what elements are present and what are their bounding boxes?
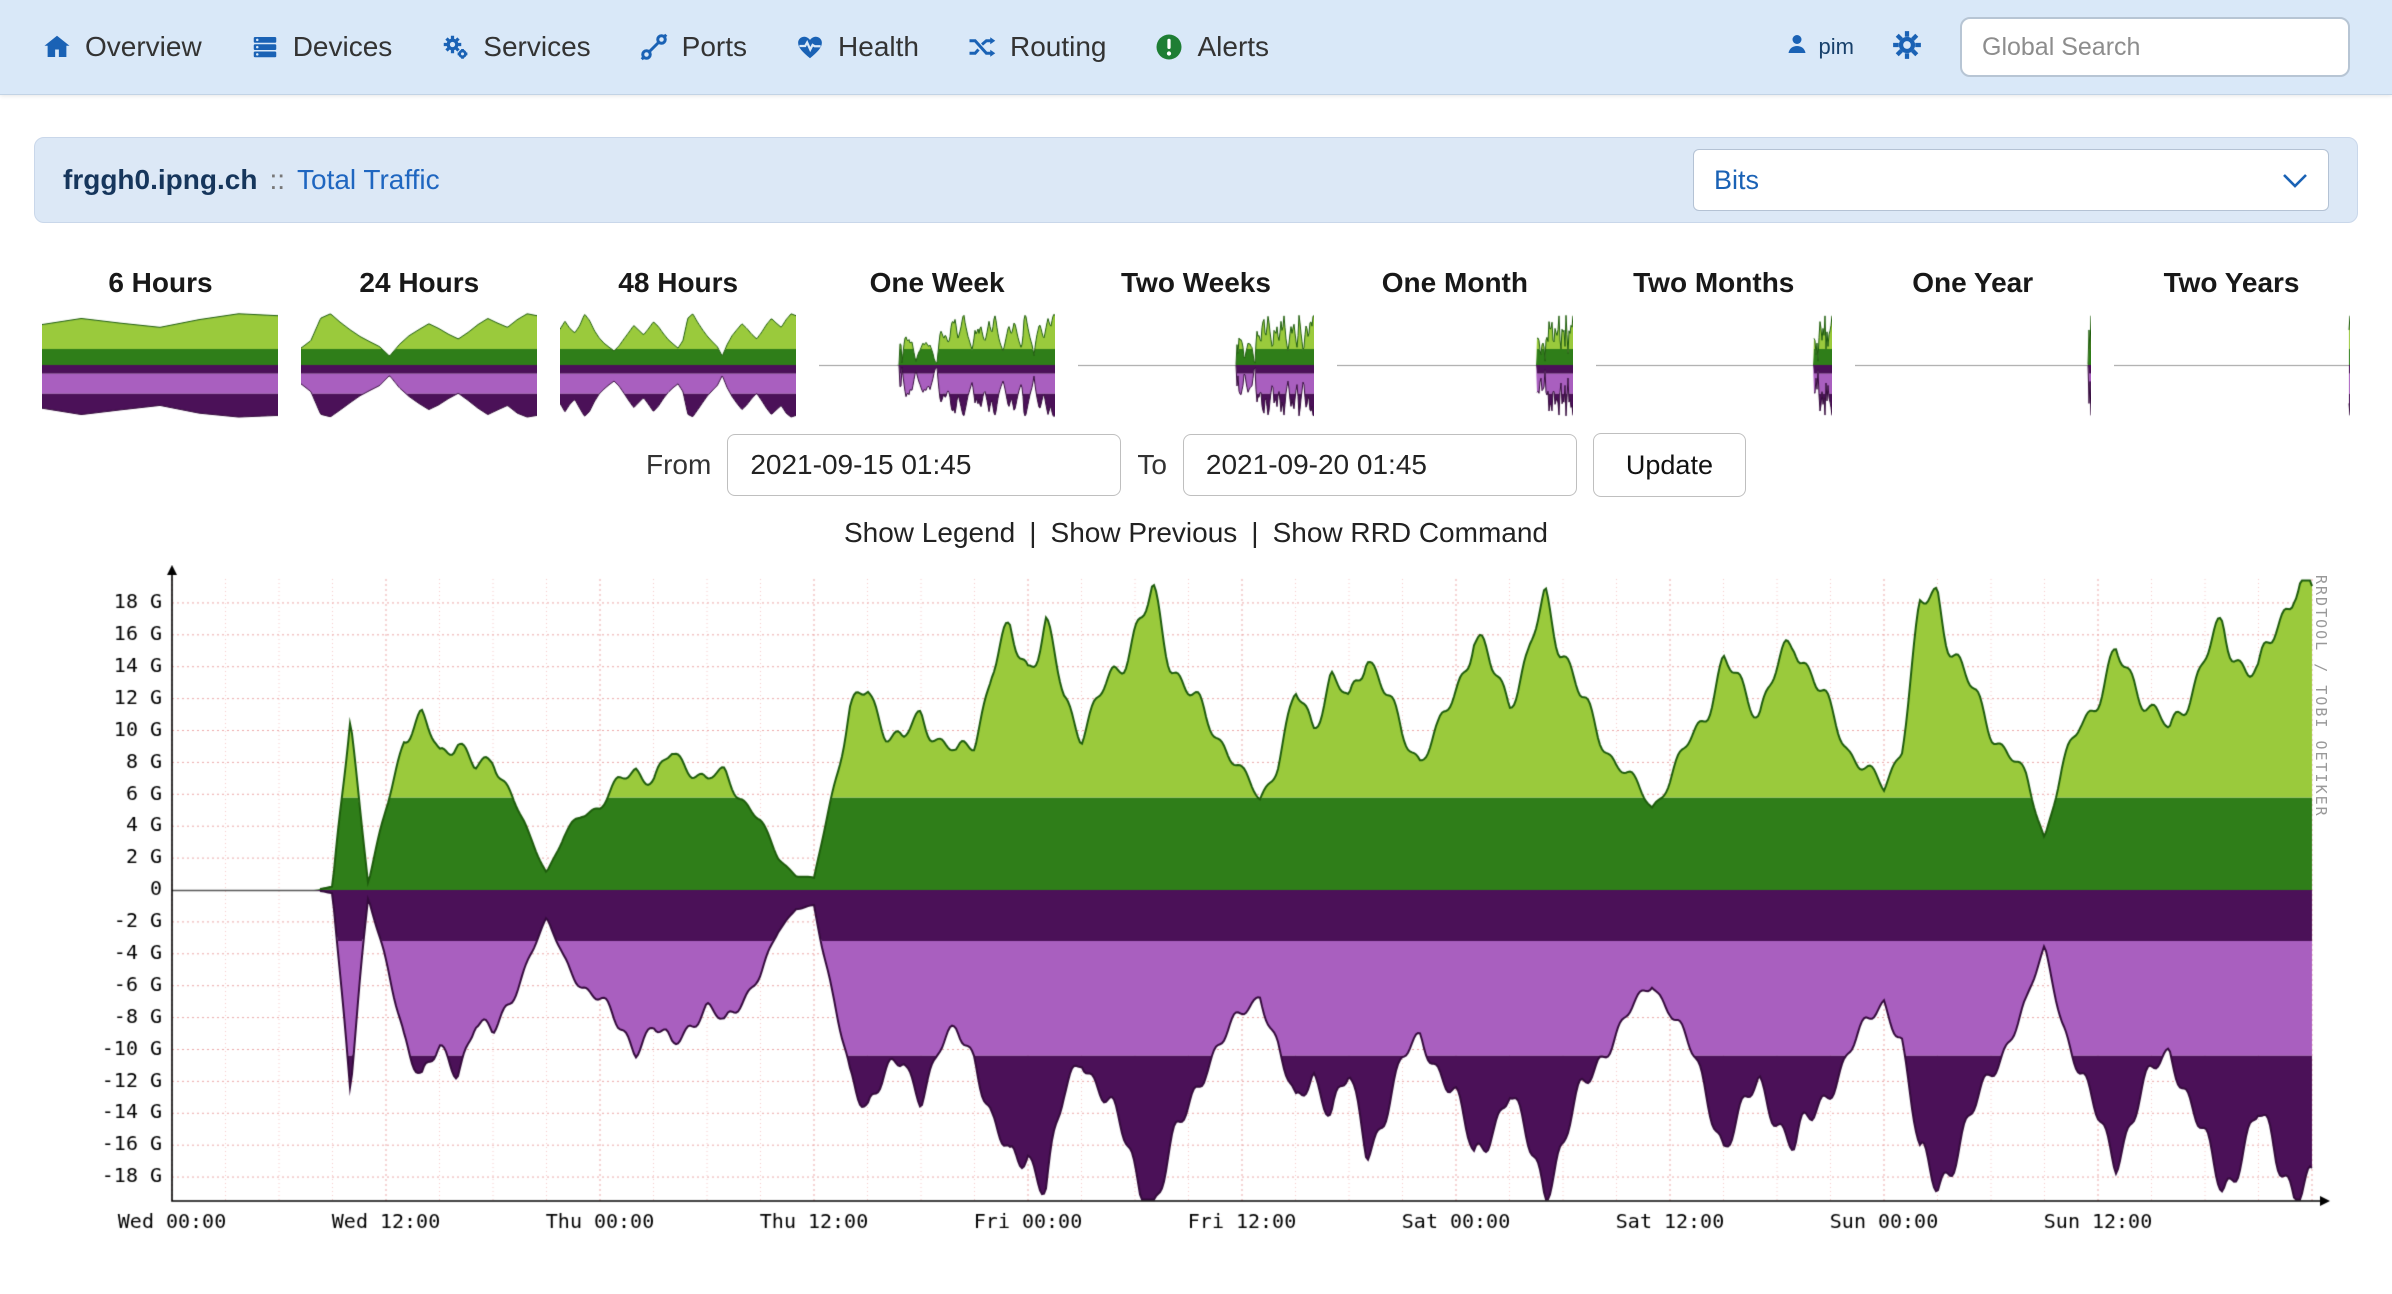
thumb-graph-canvas[interactable]	[560, 309, 796, 421]
rrdtool-watermark: RRDTOOL / TOBI OETIKER	[2312, 575, 2330, 818]
thumb-graph-canvas[interactable]	[42, 309, 278, 421]
thumb-graph-canvas[interactable]	[1596, 309, 1832, 421]
health-icon	[795, 32, 825, 62]
thumb-one-week[interactable]: One Week	[811, 267, 1064, 421]
ports-icon	[639, 32, 669, 62]
nav-item-label: Services	[483, 31, 590, 63]
custom-range-controls: From To Update	[34, 433, 2358, 497]
graph-title-link[interactable]: Total Traffic	[297, 164, 440, 196]
from-label: From	[646, 449, 711, 481]
show-previous-link[interactable]: Show Previous	[1051, 517, 1238, 548]
thumb-title: One Month	[1382, 267, 1528, 299]
home-icon	[42, 32, 72, 62]
thumb-graph-canvas[interactable]	[1337, 309, 1573, 421]
thumb-graph-canvas[interactable]	[1855, 309, 2091, 421]
nav-item-services[interactable]: Services	[440, 31, 590, 63]
settings-button[interactable]	[1890, 28, 1924, 67]
nav-item-alerts[interactable]: Alerts	[1154, 31, 1269, 63]
nav-item-routing[interactable]: Routing	[967, 31, 1107, 63]
units-select[interactable]: Bits	[1693, 149, 2329, 211]
chevron-down-icon	[2282, 165, 2308, 196]
thumb-title: Two Weeks	[1121, 267, 1271, 299]
traffic-graph-canvas[interactable]	[82, 565, 2362, 1245]
time-range-thumbnails: 6 Hours 24 Hours 48 Hours One Week Two W…	[34, 267, 2358, 421]
user-menu[interactable]: pim	[1785, 32, 1854, 62]
navbar-right: pim	[1785, 17, 2350, 77]
thumb-one-month[interactable]: One Month	[1328, 267, 1581, 421]
cogs-icon	[440, 32, 470, 62]
graph-breadcrumb: frggh0.ipng.ch :: Total Traffic	[63, 164, 440, 196]
update-button[interactable]: Update	[1593, 433, 1746, 497]
nav-item-label: Routing	[1010, 31, 1107, 63]
thumb-title: Two Months	[1633, 267, 1794, 299]
user-icon	[1785, 32, 1809, 62]
nav-item-label: Health	[838, 31, 919, 63]
nav-item-label: Ports	[682, 31, 747, 63]
thumb-one-year[interactable]: One Year	[1846, 267, 2099, 421]
from-date-input[interactable]	[727, 434, 1121, 496]
devices-icon	[250, 32, 280, 62]
page-content: frggh0.ipng.ch :: Total Traffic Bits 6 H…	[0, 137, 2392, 1265]
thumb-graph-canvas[interactable]	[819, 309, 1055, 421]
device-name-link[interactable]: frggh0.ipng.ch	[63, 164, 257, 196]
nav-item-ports[interactable]: Ports	[639, 31, 747, 63]
to-date-input[interactable]	[1183, 434, 1577, 496]
graph-header-panel: frggh0.ipng.ch :: Total Traffic Bits	[34, 137, 2358, 223]
nav-item-overview[interactable]: Overview	[42, 31, 202, 63]
thumb-graph-canvas[interactable]	[1078, 309, 1314, 421]
thumb-24-hours[interactable]: 24 Hours	[293, 267, 546, 421]
user-name: pim	[1819, 34, 1854, 60]
to-label: To	[1137, 449, 1167, 481]
show-legend-link[interactable]: Show Legend	[844, 517, 1015, 548]
thumb-48-hours[interactable]: 48 Hours	[552, 267, 805, 421]
alert-circle-icon	[1154, 32, 1184, 62]
thumb-title: 48 Hours	[618, 267, 738, 299]
graph-links: Show Legend | Show Previous | Show RRD Comma…	[34, 517, 2358, 549]
units-select-value: Bits	[1714, 165, 1759, 196]
nav-item-health[interactable]: Health	[795, 31, 919, 63]
thumb-two-weeks[interactable]: Two Weeks	[1070, 267, 1323, 421]
link-separator: |	[1029, 517, 1036, 548]
thumb-two-years[interactable]: Two Years	[2105, 267, 2358, 421]
show-rrd-command-link[interactable]: Show RRD Command	[1273, 517, 1548, 548]
nav-item-label: Overview	[85, 31, 202, 63]
thumb-title: 24 Hours	[359, 267, 479, 299]
thumb-6-hours[interactable]: 6 Hours	[34, 267, 287, 421]
thumb-two-months[interactable]: Two Months	[1587, 267, 1840, 421]
nav-item-label: Devices	[293, 31, 393, 63]
thumb-title: Two Years	[2164, 267, 2300, 299]
routing-icon	[967, 32, 997, 62]
thumb-graph-canvas[interactable]	[2114, 309, 2350, 421]
thumb-title: One Year	[1912, 267, 2033, 299]
thumb-title: One Week	[870, 267, 1005, 299]
link-separator: |	[1251, 517, 1258, 548]
main-graph-section: RRDTOOL / TOBI OETIKER	[34, 565, 2358, 1265]
main-nav: Overview Devices Services Ports Health	[42, 31, 1269, 63]
global-search-input[interactable]	[1960, 17, 2350, 77]
top-navbar: Overview Devices Services Ports Health	[0, 0, 2392, 95]
thumb-graph-canvas[interactable]	[301, 309, 537, 421]
nav-item-label: Alerts	[1197, 31, 1269, 63]
thumb-title: 6 Hours	[108, 267, 212, 299]
title-separator: ::	[269, 164, 285, 196]
gear-icon	[1890, 28, 1924, 67]
nav-item-devices[interactable]: Devices	[250, 31, 393, 63]
